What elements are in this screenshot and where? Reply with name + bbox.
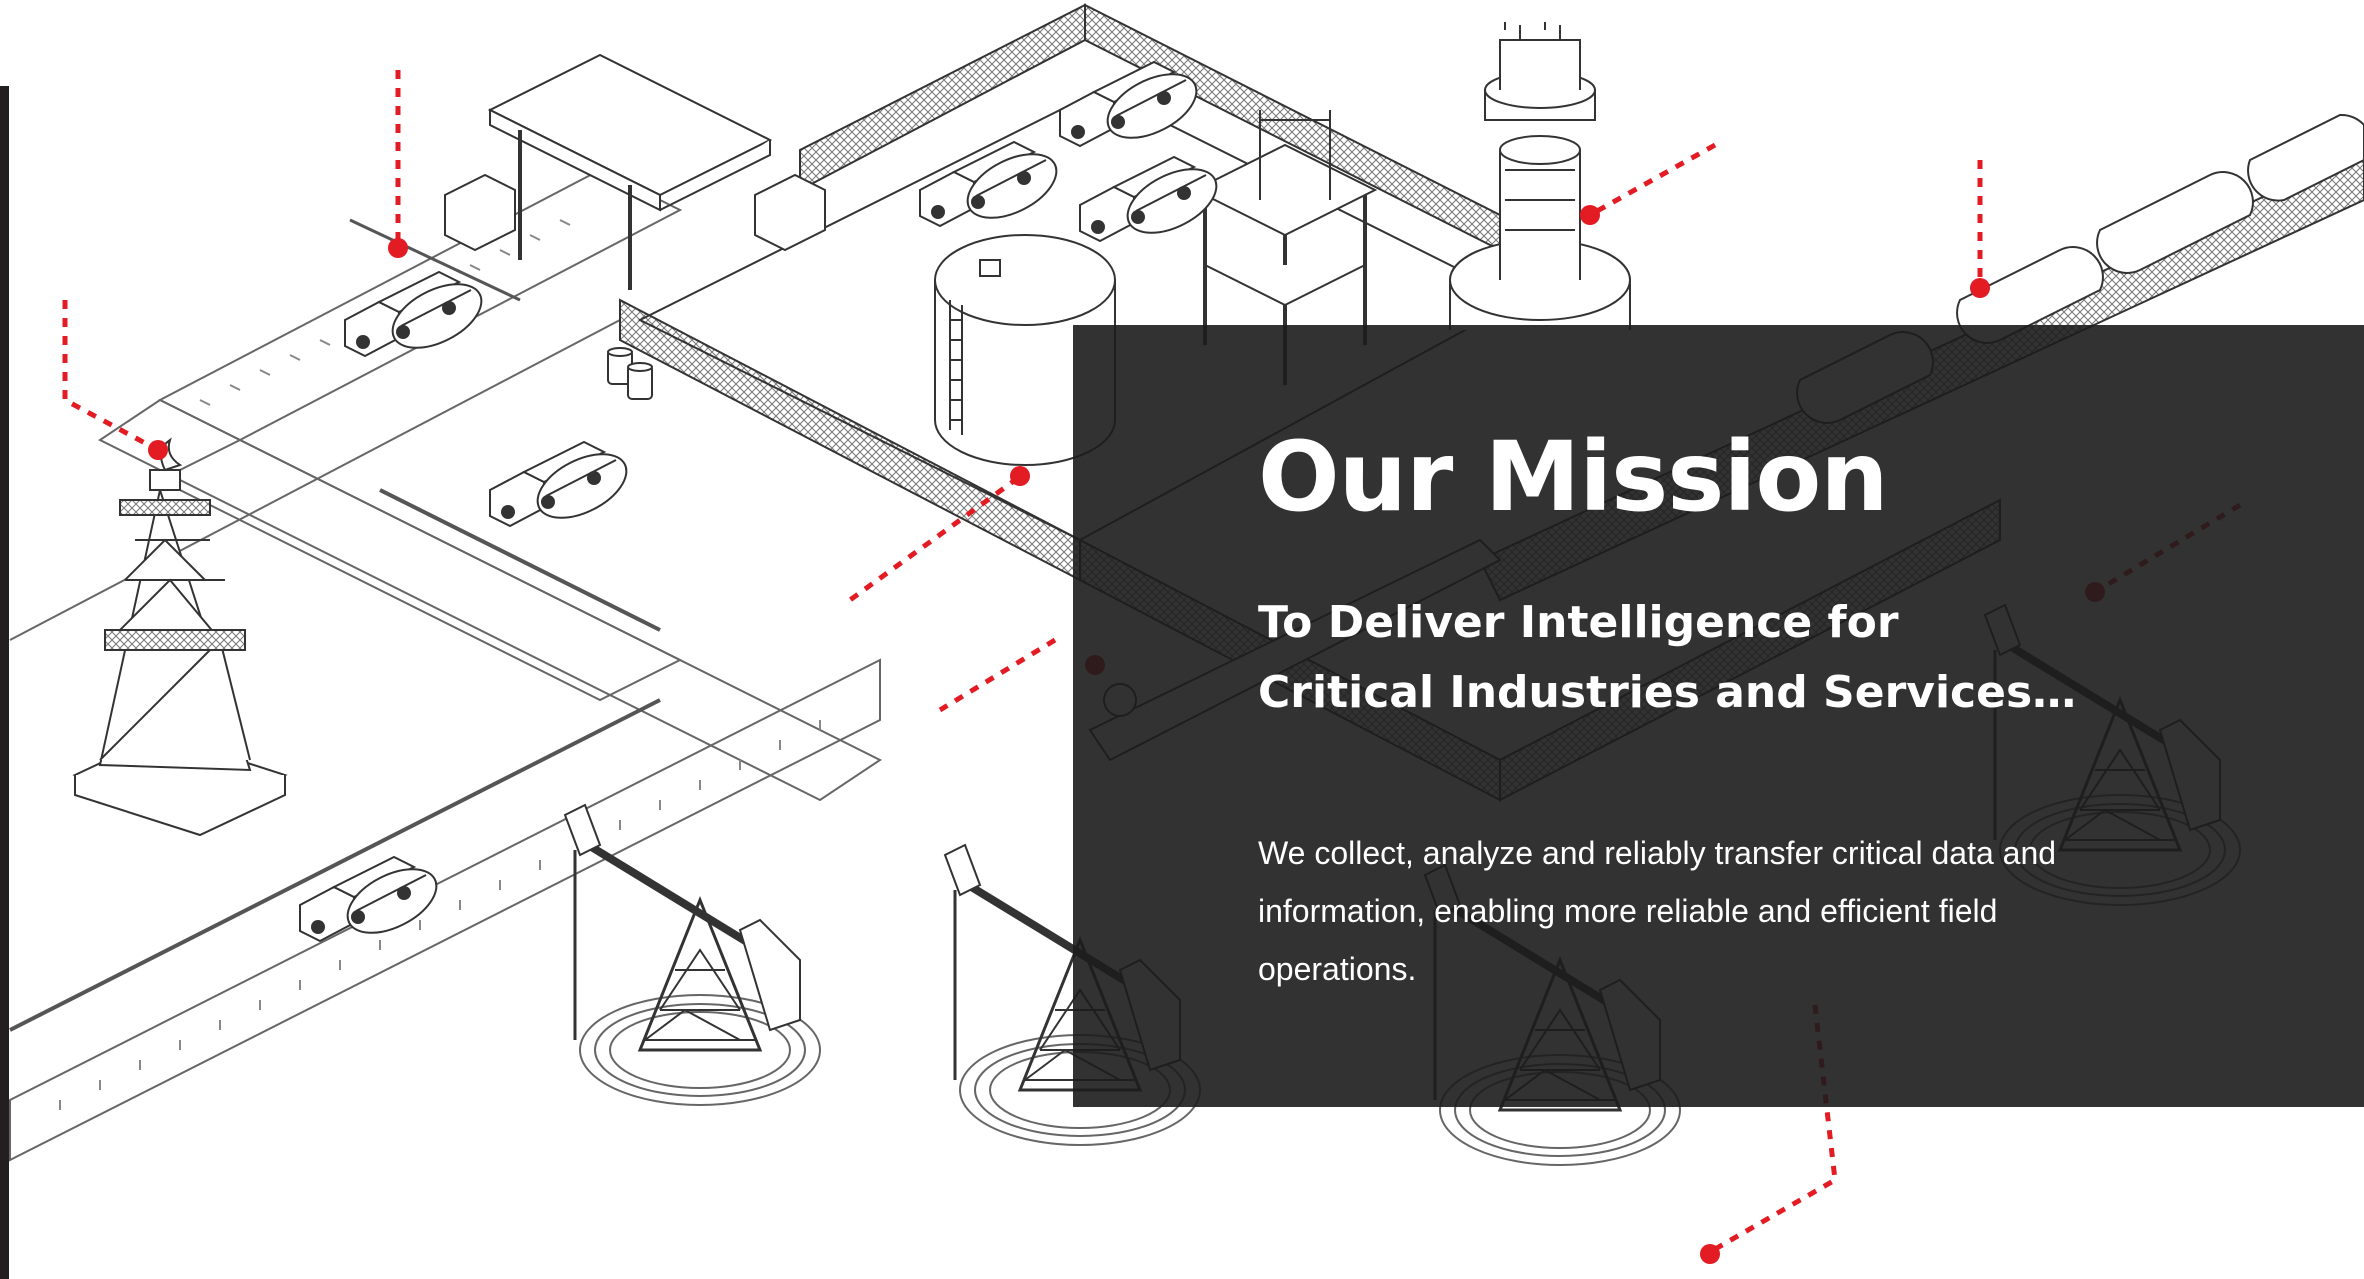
mission-description-line: We collect, analyze and reliably transfe… [1258,835,2057,871]
oil-barrel-icon [607,347,653,400]
mission-section: Our Mission To Deliver Intelligence for … [0,0,2364,1279]
mission-subtitle: To Deliver Intelligence for Critical Ind… [1258,588,2076,728]
mission-subtitle-line: To Deliver Intelligence for [1258,597,1899,648]
mission-subtitle-line: Critical Industries and Services… [1258,667,2077,718]
gas-station-canopy-icon [487,53,773,290]
mission-description-line: operations. [1258,951,1417,987]
mission-title: Our Mission [1258,421,1889,533]
mission-description-line: information, enabling more reliable and … [1258,893,1998,929]
refinery-tower-icon [1449,22,1631,330]
mission-description: We collect, analyze and reliably transfe… [1258,824,2118,998]
oil-derrick-icon [72,437,288,837]
